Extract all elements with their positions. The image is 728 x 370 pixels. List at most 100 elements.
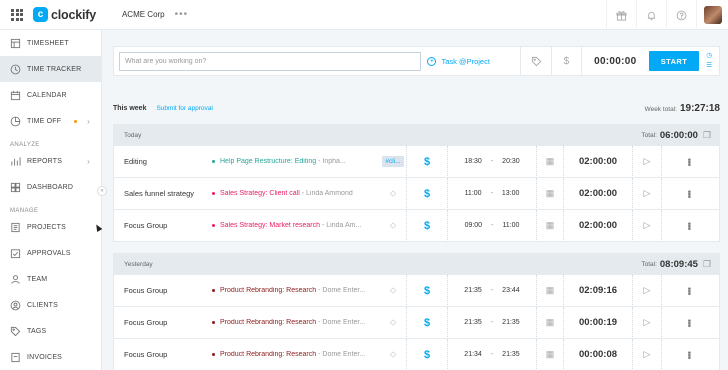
play-icon[interactable]: ▷ (632, 209, 662, 242)
play-icon[interactable]: ▷ (632, 306, 662, 339)
billable-dollar-icon[interactable]: $ (406, 274, 448, 307)
entry-project[interactable]: Help Page Restructure: Editing - Inpha..… (212, 158, 380, 165)
gift-icon[interactable] (606, 0, 636, 30)
sidebar-item-projects[interactable]: PROJECTS (0, 214, 101, 240)
app-grid-icon[interactable] (11, 8, 23, 21)
entry-duration[interactable]: 00:00:19 (564, 317, 632, 328)
calendar-icon[interactable]: ▦ (536, 209, 564, 242)
bell-icon[interactable] (636, 0, 666, 30)
entry-duration[interactable]: 02:00:00 (564, 188, 632, 199)
entry-tags[interactable]: #cli... (380, 156, 406, 167)
entry-project[interactable]: Product Rebranding: Research - Dome Ente… (212, 351, 380, 358)
bulk-edit-icon[interactable]: ❐ (703, 130, 711, 141)
entry-start[interactable]: 11:00 (465, 190, 482, 197)
entry-description[interactable]: Editing (114, 157, 212, 166)
tag-icon[interactable] (521, 56, 550, 67)
entry-start[interactable]: 09:00 (465, 222, 483, 229)
entry-end[interactable]: 21:35 (502, 351, 520, 358)
bulk-edit-icon[interactable]: ❐ (703, 259, 711, 270)
description-input[interactable] (119, 51, 422, 71)
sidebar-item-reports[interactable]: REPORTS › (0, 148, 101, 174)
calendar-icon[interactable]: ▦ (536, 145, 564, 178)
entry-end[interactable]: 11:00 (502, 222, 519, 229)
entry-start[interactable]: 18:30 (464, 158, 482, 165)
sidebar-item-tags[interactable]: TAGS (0, 318, 101, 344)
entry-duration[interactable]: 02:00:00 (564, 156, 632, 167)
entry-start[interactable]: 21:35 (464, 287, 482, 294)
entry-description[interactable]: Focus Group (114, 221, 212, 230)
entry-description[interactable]: Focus Group (114, 318, 212, 327)
start-button[interactable]: START (648, 51, 700, 71)
project-picker-button[interactable]: + Task @Project (427, 56, 520, 66)
tag-icon[interactable]: ⬦ (380, 349, 406, 360)
submit-for-approval-link[interactable]: Submit for approval (156, 105, 212, 112)
sidebar-item-calendar[interactable]: CALENDAR (0, 82, 101, 108)
entry-project[interactable]: Sales Strategy: Market research - Linda … (212, 222, 380, 229)
entry-end[interactable]: 21:35 (502, 319, 520, 326)
manual-mode-icon[interactable]: ☰ (706, 61, 712, 71)
play-icon[interactable]: ▷ (632, 274, 662, 307)
entry-project[interactable]: Product Rebranding: Research - Dome Ente… (212, 319, 380, 326)
sidebar-item-time-tracker[interactable]: TIME TRACKER (0, 56, 101, 82)
sidebar-item-dashboard[interactable]: DASHBOARD (0, 174, 101, 200)
more-vertical-icon[interactable]: ••• (662, 190, 694, 198)
entry-description[interactable]: Sales funnel strategy (114, 189, 212, 198)
entry-duration[interactable]: 02:00:00 (564, 220, 632, 231)
billable-dollar-icon[interactable]: $ (552, 56, 581, 67)
billable-dollar-icon[interactable]: $ (406, 177, 448, 210)
workspace-name[interactable]: ACME Corp (122, 10, 165, 19)
sidebar-item-team[interactable]: TEAM (0, 266, 101, 292)
play-icon[interactable]: ▷ (632, 338, 662, 370)
billable-dollar-icon[interactable]: $ (406, 145, 448, 178)
sidebar-item-approvals[interactable]: APPROVALS (0, 240, 101, 266)
timer-mode-toggle[interactable]: ◷ ☰ (699, 51, 719, 71)
entry-project[interactable]: Product Rebranding: Research - Dome Ente… (212, 287, 380, 294)
entry-start[interactable]: 21:34 (464, 351, 482, 358)
entry-description[interactable]: Focus Group (114, 286, 212, 295)
entry-project[interactable]: Sales Strategy: Client call - Linda Ammo… (212, 190, 380, 197)
play-icon[interactable]: ▷ (632, 177, 662, 210)
entry-description[interactable]: Focus Group (114, 350, 212, 359)
more-vertical-icon[interactable]: ••• (662, 351, 694, 359)
clock-mode-icon[interactable]: ◷ (706, 51, 712, 61)
entry-duration[interactable]: 02:09:16 (564, 285, 632, 296)
sidebar-item-invoices[interactable]: INVOICES (0, 344, 101, 370)
tag-icon[interactable]: ⬦ (380, 188, 406, 199)
entry-time-range[interactable]: 18:30-20:30 (448, 158, 536, 165)
more-vertical-icon[interactable]: ••• (662, 319, 694, 327)
tag-icon[interactable]: ⬦ (380, 285, 406, 296)
calendar-icon[interactable]: ▦ (536, 306, 564, 339)
sidebar-item-time-off[interactable]: TIME OFF › (0, 108, 101, 134)
entry-start[interactable]: 21:35 (464, 319, 482, 326)
entry-end[interactable]: 13:00 (502, 190, 520, 197)
calendar-icon[interactable]: ▦ (536, 338, 564, 370)
tag-icon[interactable]: ⬦ (380, 317, 406, 328)
avatar[interactable] (703, 6, 722, 24)
entry-duration[interactable]: 00:00:08 (564, 349, 632, 360)
entry-time-range[interactable]: 21:35-23:44 (448, 287, 536, 294)
tag-icon[interactable]: ⬦ (380, 220, 406, 231)
sidebar-item-clients[interactable]: CLIENTS (0, 292, 101, 318)
play-icon[interactable]: ▷ (632, 145, 662, 178)
more-vertical-icon[interactable]: ••• (662, 287, 694, 295)
workspace-more-icon[interactable]: ••• (175, 9, 189, 20)
billable-dollar-icon[interactable]: $ (406, 209, 448, 242)
entry-time-range[interactable]: 11:00-13:00 (448, 190, 536, 197)
billable-dollar-icon[interactable]: $ (406, 338, 448, 370)
chevron-right-icon[interactable]: › (87, 117, 90, 126)
entry-time-range[interactable]: 21:34-21:35 (448, 351, 536, 358)
entry-time-range[interactable]: 21:35-21:35 (448, 319, 536, 326)
more-vertical-icon[interactable]: ••• (662, 222, 694, 230)
sidebar-item-timesheet[interactable]: TIMESHEET (0, 30, 101, 56)
calendar-icon[interactable]: ▦ (536, 274, 564, 307)
chevron-right-icon[interactable]: › (87, 157, 90, 166)
tag-chip[interactable]: #cli... (382, 156, 404, 167)
collapse-sidebar-icon[interactable]: « (97, 186, 107, 196)
entry-end[interactable]: 23:44 (502, 287, 520, 294)
clockify-logo[interactable]: c clockify (33, 7, 96, 22)
entry-end[interactable]: 20:30 (502, 158, 520, 165)
more-vertical-icon[interactable]: ••• (662, 158, 694, 166)
entry-time-range[interactable]: 09:00-11:00 (448, 222, 536, 229)
calendar-icon[interactable]: ▦ (536, 177, 564, 210)
help-icon[interactable] (666, 0, 696, 30)
